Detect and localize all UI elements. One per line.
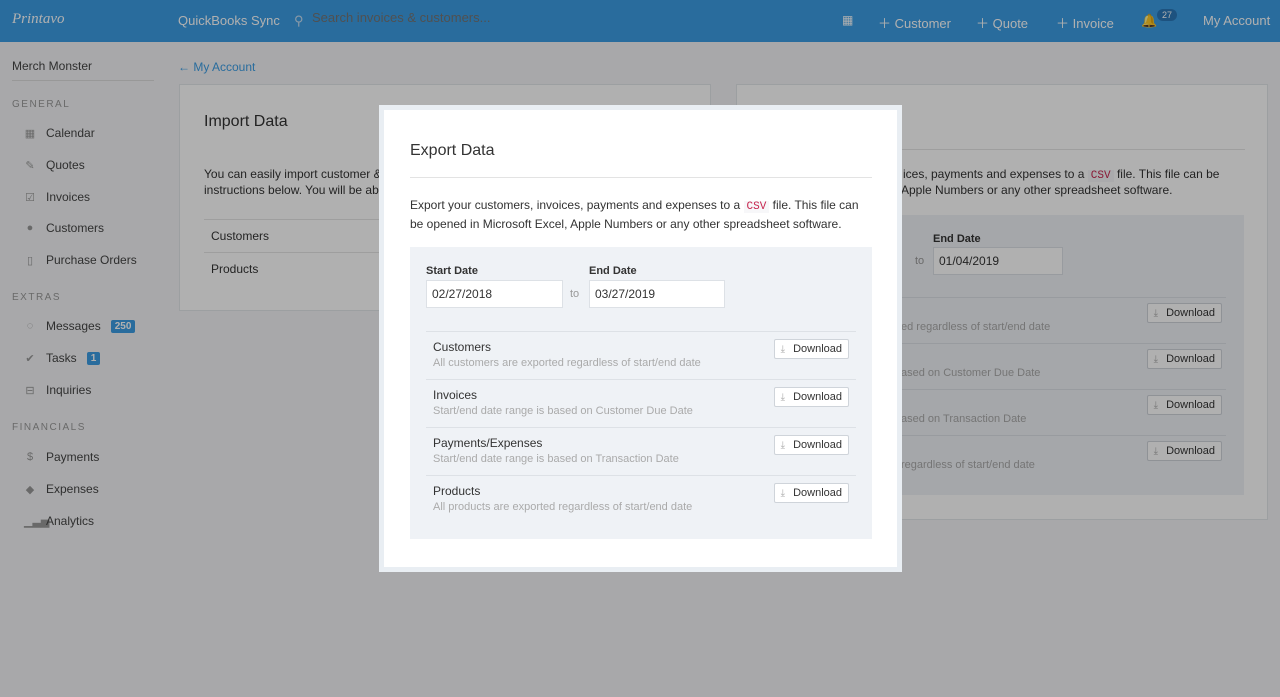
row-title: Invoices [433,388,478,402]
divider [410,177,872,178]
row-desc: All products are exported regardless of … [433,501,693,513]
text: be opened in Microsoft Excel, Apple Numb… [410,217,842,231]
row-title: Payments/Expenses [433,436,543,450]
download-icon: ⤓ [780,487,786,499]
end-date-label: End Date [589,265,637,277]
download-icon: ⤓ [780,391,786,403]
export-row-customers: Customers All customers are exported rega… [426,331,856,379]
to-label: to [570,288,580,300]
row-desc: Start/end date range is based on Custome… [433,405,693,417]
row-title: Customers [433,340,492,354]
end-date-input[interactable]: 03/27/2019 [589,280,725,308]
export-data-modal: Export Data Export your customers, invoi… [379,105,902,572]
download-invoices-button[interactable]: ⤓ Download [773,387,849,407]
download-icon: ⤓ [780,343,786,355]
modal-title: Export Data [410,142,495,159]
label: Download [793,391,842,403]
label: Download [793,487,842,499]
start-date-input[interactable]: 02/27/2018 [426,280,563,308]
text: file. This file can [772,198,859,212]
export-row-payments: Payments/Expenses Start/end date range is… [426,427,856,475]
row-title: Products [433,484,481,498]
export-row-invoices: Invoices Start/end date range is based on… [426,379,856,427]
download-payments-button[interactable]: ⤓ Download [773,435,849,455]
export-options-box: Start Date 02/27/2018 to End Date 03/27/… [410,247,872,539]
label: Download [793,439,842,451]
label: Download [793,343,842,355]
csv-code: CSV [743,201,770,213]
row-desc: All customers are exported regardless of… [433,357,701,369]
download-icon: ⤓ [780,439,786,451]
modal-description: Export your customers, invoices, payment… [410,197,880,233]
export-row-products: Products All products are exported regard… [426,475,856,523]
text: Export your customers, invoices, payment… [410,198,741,212]
download-products-button[interactable]: ⤓ Download [773,483,849,503]
download-customers-button[interactable]: ⤓ Download [773,339,849,359]
row-desc: Start/end date range is based on Transac… [433,453,679,465]
start-date-label: Start Date [426,265,478,277]
